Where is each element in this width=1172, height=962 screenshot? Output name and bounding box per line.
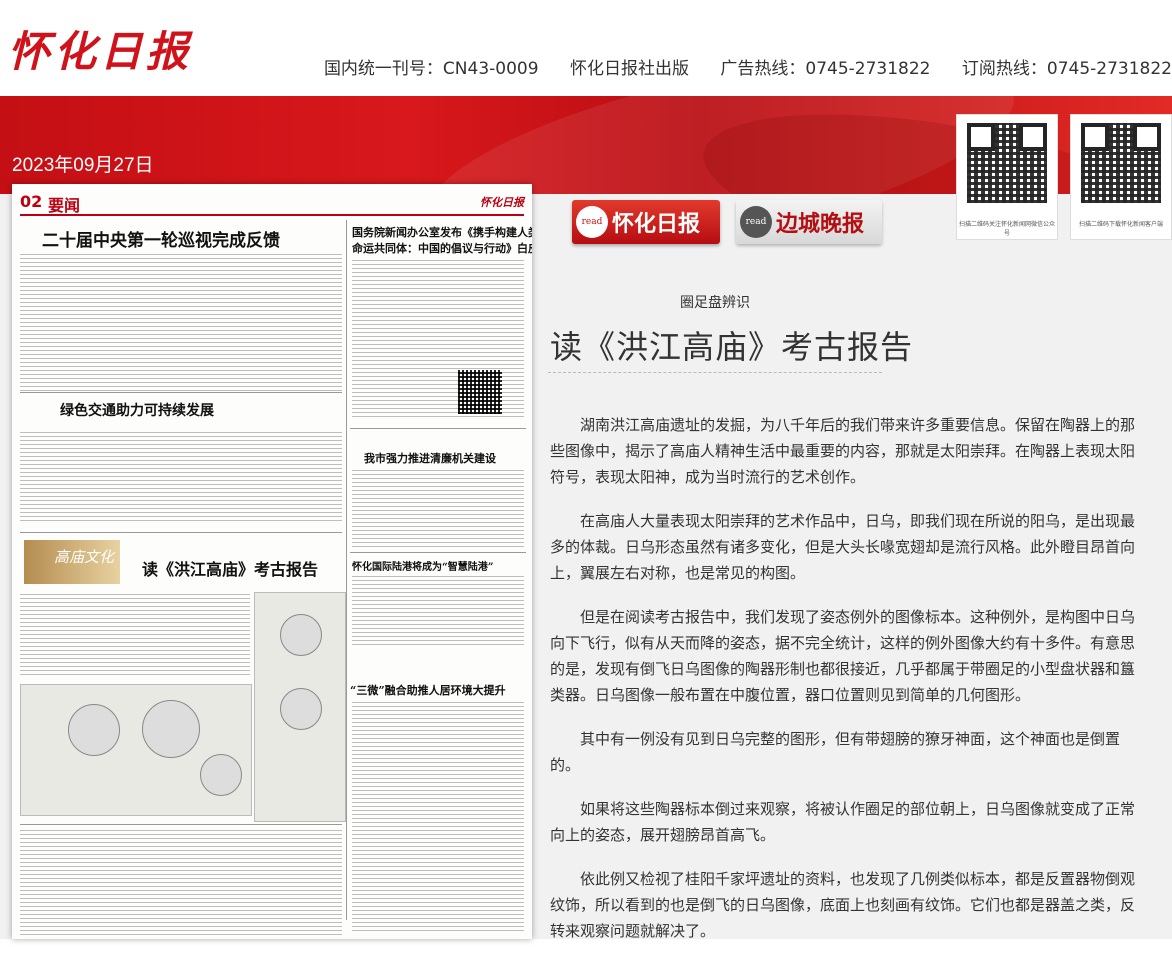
article-text-block	[20, 594, 250, 678]
page-banner-image: 高庙文化	[24, 540, 120, 584]
row-rule	[20, 392, 342, 393]
article-paragraph: 在高庙人大量表现太阳崇拜的艺术作品中，日乌，即我们现在所说的阳乌，是出现最多的体…	[550, 512, 1136, 582]
publication-info: 国内统一刊号：CN43-0009 怀化日报社出版 广告热线：0745-27318…	[298, 54, 1172, 79]
tab-label: 怀化日报	[612, 211, 701, 237]
site-logo[interactable]: 怀化日报	[8, 18, 192, 79]
page-header: 02 要闻 怀化日报	[20, 192, 524, 216]
page-headline[interactable]: “三微”融合助推人居环境大提升	[350, 682, 506, 698]
page-figure-disc	[280, 614, 322, 656]
article-paragraph: 如果将这些陶器标本倒过来观察，将被认作圈足的部位朝上，日乌图像就变成了正常向上的…	[550, 800, 1136, 844]
article-paragraph: 其中有一例没有见到日乌完整的图形，但有带翅膀的獠牙神面，这个神面也是倒置的。	[550, 730, 1121, 774]
issue-date: 2023年09月27日	[12, 155, 154, 176]
page-headline[interactable]: 绿色交通助力可持续发展	[60, 400, 214, 420]
qr-code-wechat: 扫描二维码关注怀化新闻网微信公众号	[956, 114, 1058, 240]
article-text-block	[20, 254, 342, 394]
article-body: 湖南洪江高庙遗址的发掘，为八千年后的我们带来许多重要信息。保留在陶器上的那些图像…	[550, 412, 1140, 962]
article-kicker: 圈足盘辨识	[680, 295, 750, 311]
page-figure	[20, 684, 252, 816]
qr-code-icon	[1081, 123, 1161, 203]
ad-hotline: 广告热线：0745-2731822	[720, 59, 931, 79]
qr-code-app: 扫描二维码下载怀化新闻客户端	[1070, 114, 1172, 240]
issn-text: 国内统一刊号：CN43-0009	[323, 59, 539, 79]
edition-tabs: read 怀化日报 read 边城晚报	[572, 200, 882, 246]
row-rule	[350, 428, 526, 429]
row-rule	[20, 824, 342, 825]
article-text-block	[20, 432, 342, 522]
site-header: 怀化日报 国内统一刊号：CN43-0009 怀化日报社出版 广告热线：0745-…	[0, 0, 1172, 96]
page-headline[interactable]: 怀化国际陆港将成为“智慧陆港”	[352, 558, 494, 573]
qr-label: 扫描二维码下载怀化新闻客户端	[1078, 221, 1163, 228]
page-figure-disc	[200, 754, 242, 796]
tab-huaihua-daily[interactable]: read 怀化日报	[572, 200, 720, 244]
tab-label: 边城晚报	[776, 211, 865, 237]
subscribe-hotline: 订阅热线：0745-2731822	[961, 59, 1172, 79]
article-text-block	[352, 702, 524, 932]
page-number: 02	[20, 192, 43, 211]
page-figure-disc	[68, 704, 120, 756]
article: 圈足盘辨识 读《洪江高庙》考古报告 湖南洪江高庙遗址的发掘，为八千年后的我们带来…	[548, 246, 1142, 940]
page-headline[interactable]: 读《洪江高庙》考古报告	[142, 556, 318, 580]
title-divider	[548, 372, 882, 373]
page-qr-icon	[458, 370, 502, 414]
row-rule	[350, 552, 526, 553]
page-headline[interactable]: 我市强力推进清廉机关建设	[364, 450, 496, 466]
page-figure-disc	[280, 688, 322, 730]
qr-code-icon	[967, 123, 1047, 203]
article-text-block	[20, 830, 342, 936]
read-icon: read	[740, 206, 772, 238]
read-icon: read	[576, 206, 608, 238]
page-section: 要闻	[48, 196, 81, 215]
page-banner-text: 高庙文化	[54, 548, 115, 566]
row-rule	[20, 532, 342, 533]
article-paragraph: 依此例又检视了桂阳千家坪遗址的资料，也发现了几例类似标本，都是反置器物倒观纹饰，…	[550, 870, 1136, 940]
publisher-text: 怀化日报社出版	[569, 59, 689, 79]
article-text-block	[352, 470, 524, 548]
page-figure-disc	[142, 700, 200, 758]
newspaper-page-thumbnail[interactable]: 02 要闻 怀化日报 二十届中央第一轮巡视完成反馈 国务院新闻办公室发布《携手构…	[12, 184, 532, 939]
article-paragraph: 湖南洪江高庙遗址的发掘，为八千年后的我们带来许多重要信息。保留在陶器上的那些图像…	[550, 416, 1136, 486]
article-paragraph: 但是在阅读考古报告中，我们发现了姿态例外的图像标本。这种例外，是构图中日乌向下飞…	[550, 608, 1136, 704]
article-title: 读《洪江高庙》考古报告	[550, 328, 914, 366]
page-headline[interactable]: 国务院新闻办公室发布《携手构建人类	[352, 224, 532, 240]
article-text-block	[352, 576, 524, 648]
column-rule	[346, 220, 347, 920]
qr-label: 扫描二维码关注怀化新闻网微信公众号	[959, 221, 1056, 237]
page-headline[interactable]: 二十届中央第一轮巡视完成反馈	[42, 226, 280, 251]
tab-biancheng-evening[interactable]: read 边城晚报	[736, 200, 882, 244]
page-masthead: 怀化日报	[480, 196, 524, 209]
page-headline[interactable]: 命运共同体：中国的倡议与行动》白皮书	[352, 240, 532, 256]
